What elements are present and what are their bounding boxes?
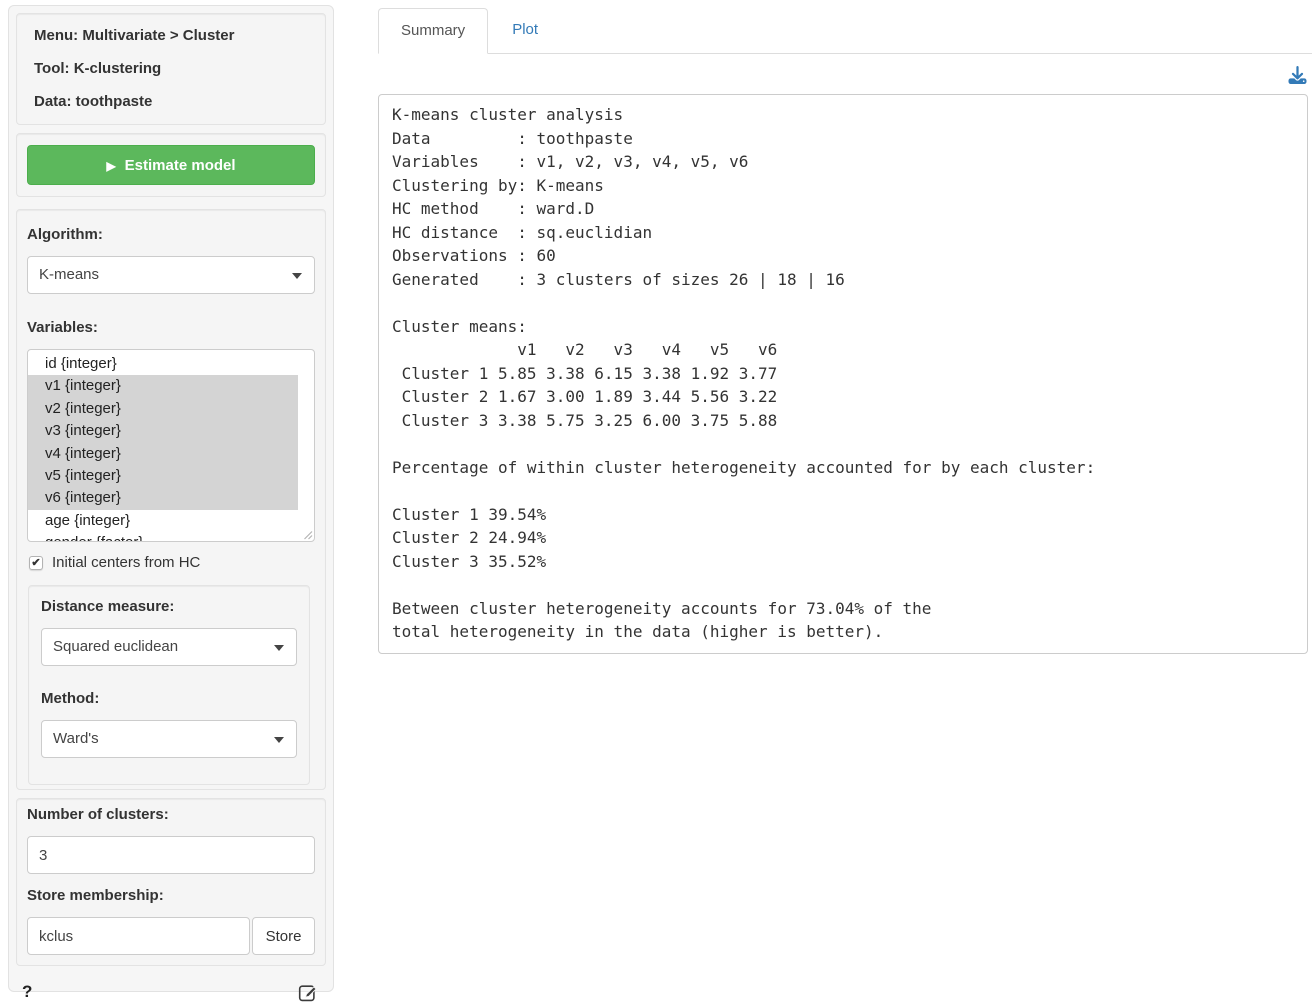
controls-panel: Algorithm: K-means Variables: id {intege… bbox=[16, 209, 326, 790]
hc-options-panel: Distance measure: Squared euclidean Meth… bbox=[28, 585, 310, 785]
store-button[interactable]: Store bbox=[252, 917, 315, 955]
variable-option[interactable]: id {integer} bbox=[28, 353, 298, 375]
store-membership-label: Store membership: bbox=[27, 887, 315, 904]
help-icon[interactable]: ? bbox=[22, 982, 32, 1002]
method-selected-value: Ward's bbox=[53, 730, 99, 747]
variable-option[interactable]: gender {factor} bbox=[28, 532, 298, 542]
estimate-model-label: Estimate model bbox=[125, 157, 236, 174]
play-icon: ▶ bbox=[106, 159, 115, 173]
variables-label: Variables: bbox=[27, 319, 315, 336]
model-info-panel: Menu: Multivariate > Cluster Tool: K-clu… bbox=[16, 13, 326, 125]
chevron-down-icon bbox=[274, 737, 284, 743]
algorithm-label: Algorithm: bbox=[27, 226, 315, 243]
edit-report-icon[interactable] bbox=[298, 982, 319, 1002]
num-clusters-input[interactable] bbox=[27, 836, 315, 874]
estimate-model-button[interactable]: ▶ Estimate model bbox=[27, 145, 315, 185]
store-name-input[interactable] bbox=[27, 917, 250, 955]
variables-listbox[interactable]: id {integer} v1 {integer} v2 {integer} v… bbox=[27, 349, 315, 542]
sidebar: Menu: Multivariate > Cluster Tool: K-clu… bbox=[8, 5, 334, 992]
chevron-down-icon bbox=[292, 273, 302, 279]
chevron-down-icon bbox=[274, 645, 284, 651]
algorithm-select[interactable]: K-means bbox=[27, 256, 315, 294]
variable-option[interactable]: v6 {integer} bbox=[28, 487, 298, 509]
summary-output-panel: K-means cluster analysis Data : toothpas… bbox=[378, 94, 1308, 654]
estimate-panel: ▶ Estimate model bbox=[16, 133, 326, 197]
distance-measure-select[interactable]: Squared euclidean bbox=[41, 628, 297, 666]
store-panel: Number of clusters: Store membership: St… bbox=[16, 798, 326, 966]
variable-option[interactable]: age {integer} bbox=[28, 510, 298, 532]
method-select[interactable]: Ward's bbox=[41, 720, 297, 758]
distance-measure-label: Distance measure: bbox=[41, 598, 297, 615]
method-label: Method: bbox=[41, 690, 297, 707]
toolbar bbox=[378, 54, 1312, 94]
download-icon[interactable] bbox=[1288, 66, 1307, 84]
variable-option[interactable]: v1 {integer} bbox=[28, 375, 298, 397]
tab-summary[interactable]: Summary bbox=[378, 8, 488, 54]
dataset-name: Data: toothpaste bbox=[34, 93, 308, 111]
tab-plot[interactable]: Plot bbox=[488, 8, 562, 53]
hc-centers-label: Initial centers from HC bbox=[52, 554, 200, 571]
menu-breadcrumb: Menu: Multivariate > Cluster bbox=[34, 27, 308, 45]
main-panel: Summary Plot K-means cluster analysis Da… bbox=[378, 8, 1312, 654]
variable-option[interactable]: v4 {integer} bbox=[28, 443, 298, 465]
variable-option[interactable]: v3 {integer} bbox=[28, 420, 298, 442]
algorithm-selected-value: K-means bbox=[39, 266, 99, 283]
variable-option[interactable]: v5 {integer} bbox=[28, 465, 298, 487]
variable-option[interactable]: v2 {integer} bbox=[28, 398, 298, 420]
distance-selected-value: Squared euclidean bbox=[53, 638, 178, 655]
num-clusters-label: Number of clusters: bbox=[27, 806, 315, 823]
checkbox-check-icon: ✔ bbox=[29, 556, 43, 570]
hc-centers-checkbox[interactable]: ✔ Initial centers from HC bbox=[29, 554, 315, 571]
resize-grip-icon[interactable] bbox=[303, 530, 313, 540]
tab-bar: Summary Plot bbox=[378, 8, 1312, 54]
summary-text: K-means cluster analysis Data : toothpas… bbox=[392, 103, 1294, 644]
tool-name: Tool: K-clustering bbox=[34, 60, 308, 78]
